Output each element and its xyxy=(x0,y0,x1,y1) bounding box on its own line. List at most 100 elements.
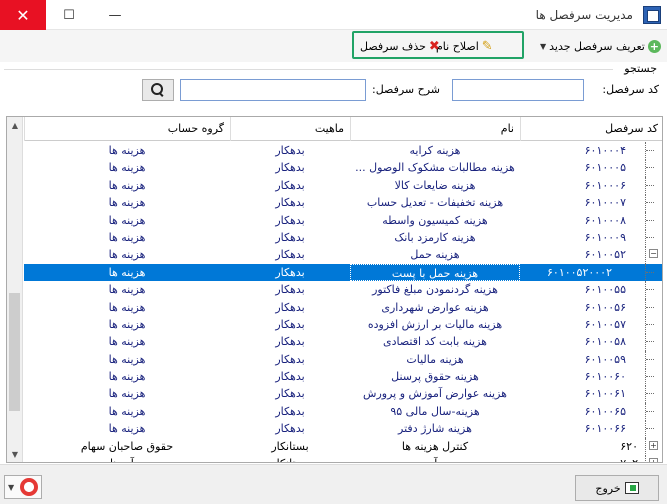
tree-connector xyxy=(646,376,654,378)
search-group: جستجو کد سرفصل: شرح سرفصل: xyxy=(4,62,663,114)
tree-connector xyxy=(646,236,654,238)
exit-icon xyxy=(624,482,639,494)
cell-group: هزینه ها xyxy=(108,265,146,279)
table-row[interactable]: ۶۰۱۰۰۰۵ هزینه مطالبات مشکوک الوصول ... بده… xyxy=(24,159,662,177)
search-group-label: جستجو xyxy=(624,62,657,75)
cell-code-text: ۶۰۱۰۰۶۶ xyxy=(584,422,626,436)
scroll-down-icon[interactable]: ▼ xyxy=(7,446,23,462)
cell-name: هزینه شارژ دفتر xyxy=(398,422,472,436)
delete-label: حذف سرفصل xyxy=(360,39,426,53)
table-row[interactable]: ۶۰۱۰۰۵۵ هزینه گردنمودن مبلغ فاکتور بدهکار ه… xyxy=(24,281,662,299)
table-row[interactable]: +۶۲۰ کنترل هزینه ها بستانکار حقوق صاحبان سه… xyxy=(24,437,662,456)
cell-name: هزینه بابت کد اقتصادی xyxy=(383,335,487,349)
table-row[interactable]: − ۶۰۱۰۰۵۲ هزینه حمل بدهکار هزینه ها xyxy=(24,246,662,264)
search-group-border xyxy=(4,69,613,70)
column-header-code[interactable]: کد سرفصل xyxy=(520,117,662,141)
table-row[interactable]: ۶۰۱۰۰۰۷ هزینه تخفیفات - تعدیل حساب بدهکار ه… xyxy=(24,194,662,212)
cell-group: هزینه ها xyxy=(108,317,146,331)
table-row[interactable]: ۶۰۱۰۰۵۹ هزینه مالیات بدهکار هزینه ها xyxy=(24,350,662,369)
table-row[interactable]: ۶۰۱۰۰۰۴ هزینه کرایه بدهکار هزینه ها xyxy=(24,142,662,160)
table-row[interactable]: ۶۰۱۰۰۶۶ هزینه شارژ دفتر بدهکار هزینه ها xyxy=(24,420,662,438)
collapse-icon[interactable]: − xyxy=(649,249,658,259)
cell-code-text: ۶۰۱۰۰۵۲۰۰۰۲ xyxy=(547,265,612,279)
status-bar: ▼ خروج xyxy=(0,464,667,504)
cell-code: ۶۰۱۰۰۶۱ xyxy=(520,385,662,403)
code-search-input[interactable] xyxy=(452,79,584,101)
dropdown-caret-icon[interactable]: ▼ xyxy=(540,42,546,51)
maximize-window-button[interactable]: ☐ xyxy=(46,0,92,30)
cell-nature: بدهکار xyxy=(275,161,305,175)
cell-code-text: ۶۰۱۰۰۵۹ xyxy=(584,352,626,366)
cell-group: هزینه ها xyxy=(108,230,146,244)
cell-nature: بدهکار xyxy=(275,317,305,331)
tree-connector xyxy=(646,306,654,308)
app-icon xyxy=(643,6,661,24)
rename-label: اصلاح نام xyxy=(436,39,479,53)
new-account-button[interactable]: + تعریف سرفصل جدید ▼ xyxy=(540,37,661,55)
tree-connector xyxy=(646,289,654,291)
cell-name: هزینه گردنمودن مبلغ فاکتور xyxy=(372,283,498,297)
toolbar: + تعریف سرفصل جدید ▼ ✎ اصلاح نام ✖ حذف س… xyxy=(0,30,667,62)
cell-group: هزینه ها xyxy=(108,370,146,384)
lifebuoy-icon xyxy=(20,478,38,496)
table-row[interactable]: ۶۰۱۰۰۵۶ هزینه عوارض شهرداری بدهکار هزینه ها xyxy=(24,298,662,316)
cell-code-text: ۶۰۱۰۰۶۵ xyxy=(584,404,626,418)
cell-group: هزینه ها xyxy=(108,283,146,297)
cell-nature: بستانکار xyxy=(230,455,350,462)
cell-nature: بدهکار xyxy=(275,352,305,366)
table-row[interactable]: ۶۰۱۰۰۰۶ هزینه ضایعات کالا بدهکار هزینه ها xyxy=(24,176,662,195)
tree-connector xyxy=(646,341,654,343)
cell-code: ۶۰۱۰۰۵۹ xyxy=(520,350,662,369)
grid-header: کد سرفصل نام ماهیت گروه حساب xyxy=(24,117,662,141)
cell-nature: بدهکار xyxy=(275,196,305,210)
table-row[interactable]: ۶۰۱۰۰۶۵ هزینه-سال مالی ۹۵ بدهکار هزینه ها xyxy=(24,402,662,421)
cell-nature: بدهکار xyxy=(275,178,305,192)
pencil-icon: ✎ xyxy=(481,38,493,54)
table-row[interactable]: ۶۰۱۰۰۵۸ هزینه بابت کد اقتصادی بدهکار هزینه … xyxy=(24,333,662,351)
cell-name: هزینه عوارض آموزش و پرورش xyxy=(363,387,507,401)
table-row[interactable]: ۶۰۱۰۰۰۸ هزینه کمیسیون واسطه بدهکار هزینه ها xyxy=(24,211,662,229)
cell-code: ۶۰۱۰۰۵۸ xyxy=(520,333,662,351)
table-row[interactable]: +۷۰۲درآمدبستانکاردرآمدها xyxy=(24,455,662,462)
rename-button[interactable]: ✎ اصلاح نام xyxy=(436,37,493,55)
search-button[interactable] xyxy=(142,79,174,101)
cell-code-text: ۶۰۱۰۰۵۶ xyxy=(584,300,626,314)
tree-connector xyxy=(646,410,654,412)
close-window-button[interactable]: ✕ xyxy=(0,0,46,30)
expand-icon[interactable]: + xyxy=(649,440,658,450)
column-header-group[interactable]: گروه حساب xyxy=(24,117,230,141)
table-row[interactable]: ۶۰۱۰۰۶۱ هزینه عوارض آموزش و پرورش بدهکار هز… xyxy=(24,385,662,403)
cell-name: هزینه حمل با پست xyxy=(350,263,520,282)
tree-connector xyxy=(646,358,654,360)
cell-group: هزینه ها xyxy=(108,404,146,418)
minimize-window-button[interactable]: — xyxy=(92,0,138,30)
scrollbar-thumb[interactable] xyxy=(9,293,20,411)
scroll-up-icon[interactable]: ▲ xyxy=(7,117,23,133)
accounts-grid[interactable]: ▲ ▼ کد سرفصل نام ماهیت گروه حساب ۶۰۱۰۰۰۴… xyxy=(6,116,663,463)
cell-code-text: ۶۰۱۰۰۰۸ xyxy=(584,213,626,227)
cell-group: هزینه ها xyxy=(108,178,146,192)
cell-name: هزینه کارمزد بانک xyxy=(394,230,476,244)
exit-button[interactable]: خروج xyxy=(575,475,659,501)
column-header-nature[interactable]: ماهیت xyxy=(230,117,350,141)
cell-nature: بدهکار xyxy=(275,300,305,314)
cell-code: ۶۰۱۰۰۰۹ xyxy=(520,228,662,247)
tree-connector xyxy=(645,437,646,456)
vertical-scrollbar[interactable]: ▲ ▼ xyxy=(7,117,23,462)
table-row[interactable]: ۶۰۱۰۰۰۹ هزینه کارمزد بانک بدهکار هزینه ها xyxy=(24,228,662,247)
cell-group: هزینه ها xyxy=(108,352,146,366)
cell-group: هزینه ها xyxy=(108,387,146,401)
expand-icon[interactable]: + xyxy=(649,458,658,462)
table-row[interactable]: ۶۰۱۰۰۶۰ هزینه حقوق پرسنل بدهکار هزینه ها xyxy=(24,368,662,386)
tree-connector xyxy=(645,246,646,264)
table-row[interactable]: ۶۰۱۰۰۵۷ هزینه مالیات بر ارزش افزوده بدهکار… xyxy=(24,315,662,334)
delete-account-button[interactable]: ✖ حذف سرفصل xyxy=(360,37,440,55)
cell-code-text: ۶۰۱۰۰۵۷ xyxy=(584,317,626,331)
cell-nature: بدهکار xyxy=(275,144,305,157)
table-row[interactable]: ۶۰۱۰۰۵۲۰۰۰۲ هزینه حمل با پست بدهکار هزینه ه… xyxy=(24,263,662,282)
help-dropdown-button[interactable]: ▼ xyxy=(4,475,42,499)
cell-code: +۶۲۰ xyxy=(520,437,662,456)
description-search-input[interactable] xyxy=(180,79,366,101)
column-header-name[interactable]: نام xyxy=(350,117,520,141)
cell-nature: بستانکار xyxy=(271,439,309,453)
